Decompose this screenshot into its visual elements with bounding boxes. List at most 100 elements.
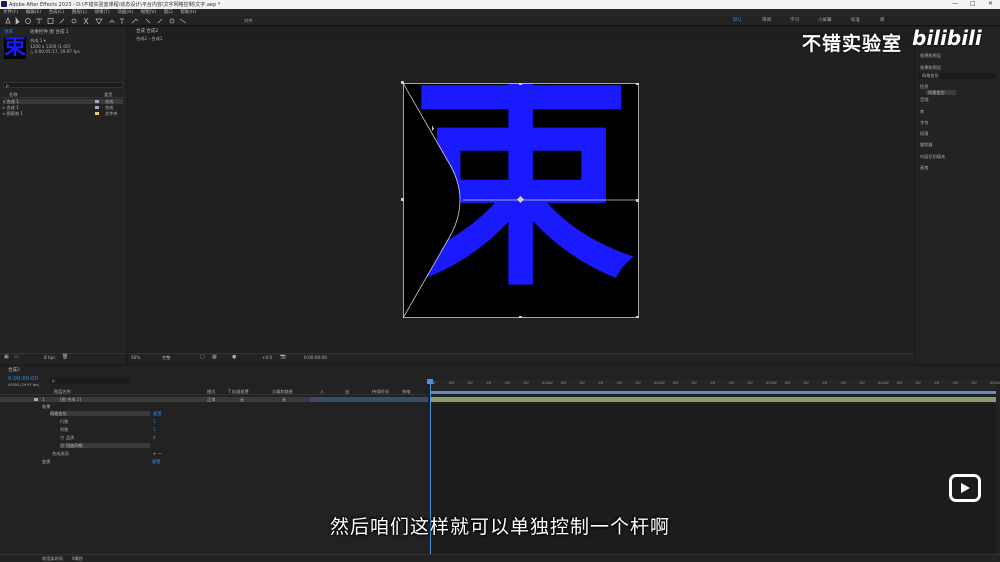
menu-effect[interactable]: 效果(T) — [95, 9, 110, 16]
property-label: 变换 — [42, 459, 51, 464]
col-type[interactable]: 类型 — [104, 92, 112, 98]
panel-library[interactable]: 库 — [920, 109, 924, 115]
col-out[interactable]: 出 — [345, 389, 349, 395]
playhead-handle[interactable] — [427, 379, 433, 384]
workspace-library[interactable]: 库 — [880, 17, 885, 23]
ruler-tick-label: 20f — [840, 381, 847, 385]
menu-composition[interactable]: 合成(C) — [49, 9, 65, 16]
close-button[interactable]: ✕ — [988, 0, 993, 7]
panel-effects-presets[interactable]: 效果和预设 — [920, 65, 941, 71]
effects-search-input[interactable]: 网格变形 — [918, 73, 996, 79]
panel-brush[interactable]: 画笔 — [920, 165, 928, 171]
region-icon[interactable]: ▢ — [200, 354, 205, 360]
grid-icon[interactable]: ▦ — [212, 354, 217, 360]
col-parent[interactable]: 父级和链接 — [272, 389, 293, 395]
work-area-bar[interactable] — [430, 391, 996, 394]
time-ruler[interactable]: 00f05f10f15f20f25f01:00f05f10f15f20f25f0… — [430, 380, 1000, 390]
property-transform[interactable]: 变换 重置 — [42, 459, 160, 464]
ruler-tick-label: 01:00f — [542, 381, 553, 385]
col-in[interactable]: 入 — [320, 389, 324, 395]
exposure-value[interactable]: +0.0 — [262, 355, 272, 360]
property-value[interactable]: 1 — [153, 419, 156, 424]
property-reset[interactable]: 重置 — [152, 459, 160, 464]
workspace-small-screen[interactable]: 小屏幕 — [818, 17, 832, 23]
menu-file[interactable]: 文件(F) — [3, 9, 18, 16]
project-item[interactable]: ▸ 图表效 1 文件夹 — [3, 111, 123, 116]
render-time-label: 帧渲染时间 — [42, 556, 63, 561]
panel-content-aware-fill[interactable]: 内容识别填充 — [920, 154, 945, 160]
composition-panel: 合成 合成2 合成2 ‹ 合成1 束 50% 完整 ▢ ▦ ● +0.0 📷 0… — [128, 27, 914, 364]
property-columns[interactable]: 列数 1 — [60, 427, 156, 432]
property-effects[interactable]: 效果 — [42, 404, 50, 409]
property-compositing-options[interactable]: 合成选项 + — — [52, 451, 162, 456]
ruler-tick-label: 15f — [822, 381, 828, 385]
project-footer: 8 bpc ▣ ▭ 🗑 — [0, 353, 126, 361]
timeline-timecode[interactable]: 0:00:00:00 — [8, 376, 38, 382]
project-item-name: 合成 1 — [6, 105, 19, 110]
layer-time-values — [310, 397, 428, 402]
property-rows[interactable]: 行数 1 — [60, 419, 156, 424]
property-value[interactable]: 1 — [153, 427, 156, 432]
project-item[interactable]: ▸ 合成 1 合成 — [3, 99, 123, 104]
menu-animation[interactable]: 动画(A) — [117, 9, 133, 16]
layer-duration-bar[interactable] — [430, 397, 996, 402]
menu-view[interactable]: 视图(V) — [141, 9, 157, 16]
tab-project[interactable]: 项目 — [4, 29, 13, 35]
interpret-footage-icon[interactable]: ▣ — [4, 354, 9, 360]
tab-timeline[interactable]: 合成2 — [8, 367, 20, 373]
col-duration[interactable]: 持续时间 — [372, 389, 389, 395]
panel-audio[interactable]: 音频 — [920, 97, 928, 103]
project-search-input[interactable]: ρ — [3, 82, 123, 88]
panel-paragraph[interactable]: 段落 — [920, 131, 928, 137]
menu-help[interactable]: 帮助(H) — [180, 9, 196, 16]
mesh-warp-overlay[interactable] — [403, 83, 639, 318]
workspace-learn[interactable]: 学习 — [790, 17, 799, 23]
menu-window[interactable]: 窗口 — [164, 9, 173, 16]
property-value[interactable]: 8 — [153, 435, 156, 440]
panel-tracker[interactable]: 跟踪器 — [920, 142, 933, 148]
workspace-default[interactable]: 默认 — [733, 17, 742, 23]
property-quality[interactable]: ◷ 品质 8 — [60, 435, 156, 441]
property-reset[interactable]: 重置 — [153, 411, 161, 416]
minimize-button[interactable]: — — [952, 0, 958, 7]
col-mode[interactable]: 模式 — [207, 389, 215, 395]
zoom-select[interactable]: 50% — [131, 355, 140, 360]
panel-character[interactable]: 字符 — [920, 120, 928, 126]
comp-viewer[interactable]: 束 — [129, 44, 913, 351]
menu-edit[interactable]: 编辑(E) — [26, 9, 41, 16]
timeline-search-input[interactable]: ρ. — [50, 378, 130, 384]
comp-breadcrumb[interactable]: 合成2 ‹ 合成1 — [136, 36, 162, 42]
layer-trkmat[interactable]: 无 — [240, 397, 244, 402]
title-bar: Adobe After Effects 2023 - D:\不错实验室课程\动态… — [0, 0, 1000, 9]
project-item-type: 合成 — [105, 99, 114, 104]
tab-effect-controls[interactable]: 效果控件 图 合成 1 — [30, 29, 69, 35]
col-name[interactable]: 名称 — [9, 92, 17, 98]
workspace-review[interactable]: 审阅 — [762, 17, 771, 23]
bpc-label[interactable]: 8 bpc — [44, 355, 56, 360]
col-track-matte[interactable]: T 轨道遮罩 — [228, 389, 249, 395]
layer-row[interactable]: 1 [图 合成 1] 正常 无 无 — [0, 397, 428, 402]
workspace-standard[interactable]: 标准 — [851, 17, 860, 23]
mesh-top-left-handle[interactable] — [401, 81, 404, 84]
property-mesh-warp[interactable]: 网格变形 重置 — [50, 411, 161, 416]
property-value[interactable]: + — — [153, 451, 162, 456]
snap-label[interactable]: 对齐 — [244, 18, 252, 24]
col-layer-name[interactable]: 图层名称 — [54, 389, 71, 395]
new-folder-icon[interactable]: ▭ — [14, 354, 19, 360]
layer-parent[interactable]: 无 — [282, 397, 286, 402]
layer-mode[interactable]: 正常 — [207, 397, 215, 402]
property-distortion-mesh[interactable]: ◷ 扭曲网格 — [60, 443, 150, 449]
col-stretch[interactable]: 伸缩 — [402, 389, 410, 395]
comp-timecode[interactable]: 0:00:00:00 — [304, 355, 327, 360]
trash-icon[interactable]: 🗑 — [62, 354, 68, 360]
mesh-left-handle[interactable] — [401, 198, 404, 201]
channel-icon[interactable]: ● — [232, 354, 236, 360]
maximize-button[interactable]: □ — [970, 0, 976, 7]
tab-composition[interactable]: 合成 合成2 — [136, 28, 158, 34]
resolution-select[interactable]: 完整 — [162, 355, 170, 361]
tool-icons[interactable] — [4, 17, 194, 25]
menu-layer[interactable]: 图层(L) — [72, 9, 87, 16]
project-item[interactable]: ▸ 合成 1 合成 — [3, 105, 123, 110]
effect-result-row[interactable]: 网格变形 — [926, 90, 956, 95]
snapshot-icon[interactable]: 📷 — [280, 354, 286, 360]
